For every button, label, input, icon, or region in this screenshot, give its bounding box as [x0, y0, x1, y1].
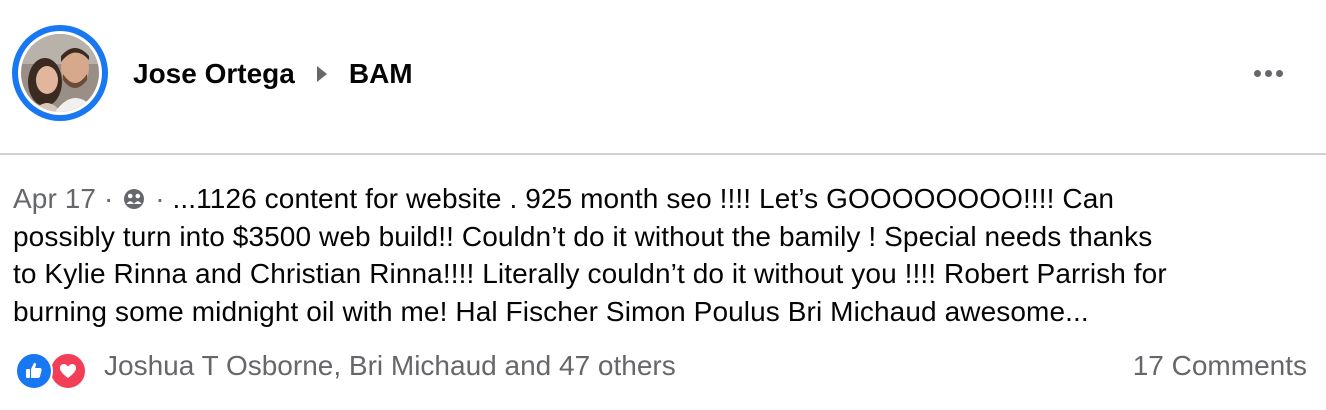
avatar[interactable]	[12, 25, 108, 121]
friends-icon[interactable]	[123, 188, 145, 210]
post-text-line-1: Apr 17 · · ...1126 content for website .…	[13, 180, 1313, 218]
author-line: Jose Ortega BAM	[133, 54, 413, 94]
more-options-icon-dot	[1275, 69, 1283, 77]
post-footer: Joshua T Osborne, Bri Michaud and 47 oth…	[0, 344, 1326, 394]
caret-right-icon	[316, 66, 327, 82]
post-text-line-2: possibly turn into $3500 web build!! Cou…	[13, 220, 1153, 252]
avatar-photo	[18, 31, 102, 115]
header-divider	[0, 153, 1326, 155]
post-date[interactable]: Apr 17	[13, 183, 96, 214]
thumbs-up-icon	[26, 362, 42, 378]
comments-count[interactable]: 17 Comments	[1133, 350, 1307, 382]
meta-separator-2: ·	[155, 183, 165, 214]
post-text-line-4: burning some midnight oil with me! Hal F…	[13, 295, 1089, 327]
post-header: Jose Ortega BAM	[0, 0, 1326, 152]
love-reaction	[49, 352, 87, 390]
more-options-icon-dot	[1264, 69, 1272, 77]
post-text-line-3: to Kylie Rinna and Christian Rinna!!!! L…	[13, 258, 1167, 289]
more-options-icon	[1253, 69, 1261, 77]
feed-post: Jose Ortega BAM Apr 17 · · ...1126 conte…	[0, 0, 1326, 410]
reactors-summary[interactable]: Joshua T Osborne, Bri Michaud and 47 oth…	[104, 350, 676, 382]
author-name[interactable]: Jose Ortega	[133, 58, 295, 90]
like-reaction	[15, 352, 53, 390]
reaction-icons[interactable]	[15, 352, 93, 390]
post-body: Apr 17 · · ...1126 content for website .…	[13, 180, 1313, 330]
group-name[interactable]: BAM	[349, 58, 413, 90]
more-options-button[interactable]	[1246, 58, 1290, 88]
post-text: ...1126 content for website . 925 month …	[172, 183, 1115, 214]
heart-icon	[60, 364, 76, 378]
